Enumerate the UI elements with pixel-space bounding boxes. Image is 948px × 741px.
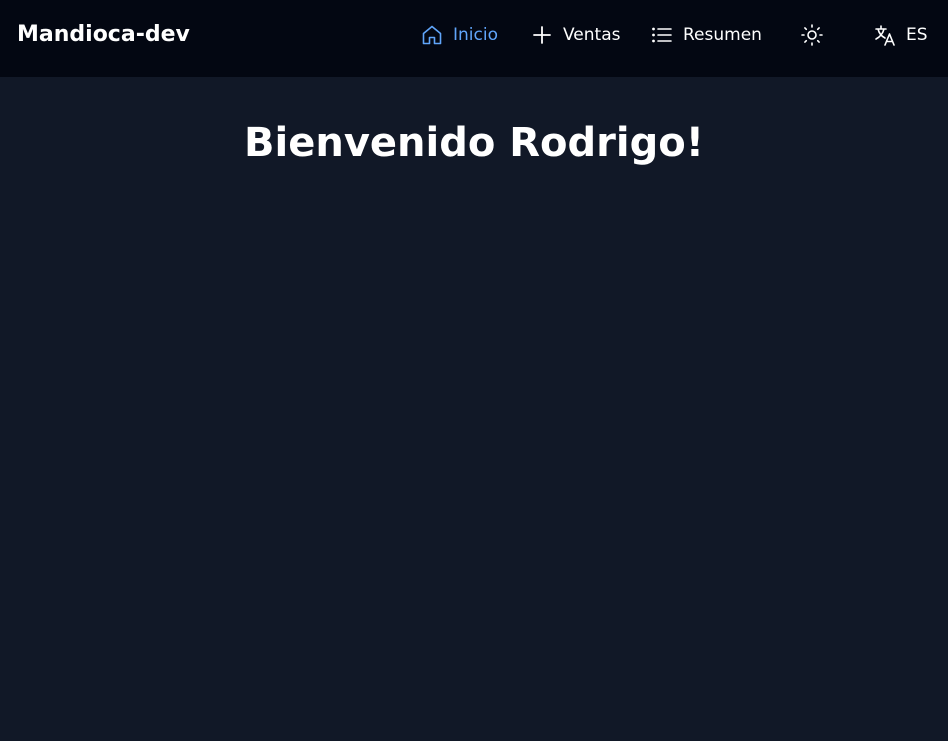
- nav-item-resumen-label: Resumen: [683, 25, 762, 45]
- welcome-title: Bienvenido Rodrigo!: [244, 120, 704, 166]
- navbar: Mandioca-dev Inicio Ventas Resumen ES: [0, 0, 948, 77]
- translate-icon: [873, 23, 897, 47]
- sun-icon: [800, 23, 824, 47]
- nav-item-ventas-label: Ventas: [563, 25, 621, 45]
- list-icon: [650, 23, 674, 47]
- language-label: ES: [906, 25, 928, 45]
- main-content: Bienvenido Rodrigo!: [0, 77, 948, 741]
- language-selector[interactable]: ES: [873, 22, 928, 48]
- plus-icon: [530, 23, 554, 47]
- nav-item-resumen[interactable]: Resumen: [650, 22, 762, 48]
- theme-toggle-button[interactable]: [800, 22, 824, 48]
- nav-item-inicio-label: Inicio: [453, 25, 498, 45]
- nav-item-ventas[interactable]: Ventas: [530, 22, 620, 48]
- home-icon: [420, 23, 444, 47]
- nav-item-inicio[interactable]: Inicio: [420, 22, 498, 48]
- brand-logo-text[interactable]: Mandioca-dev: [17, 21, 190, 49]
